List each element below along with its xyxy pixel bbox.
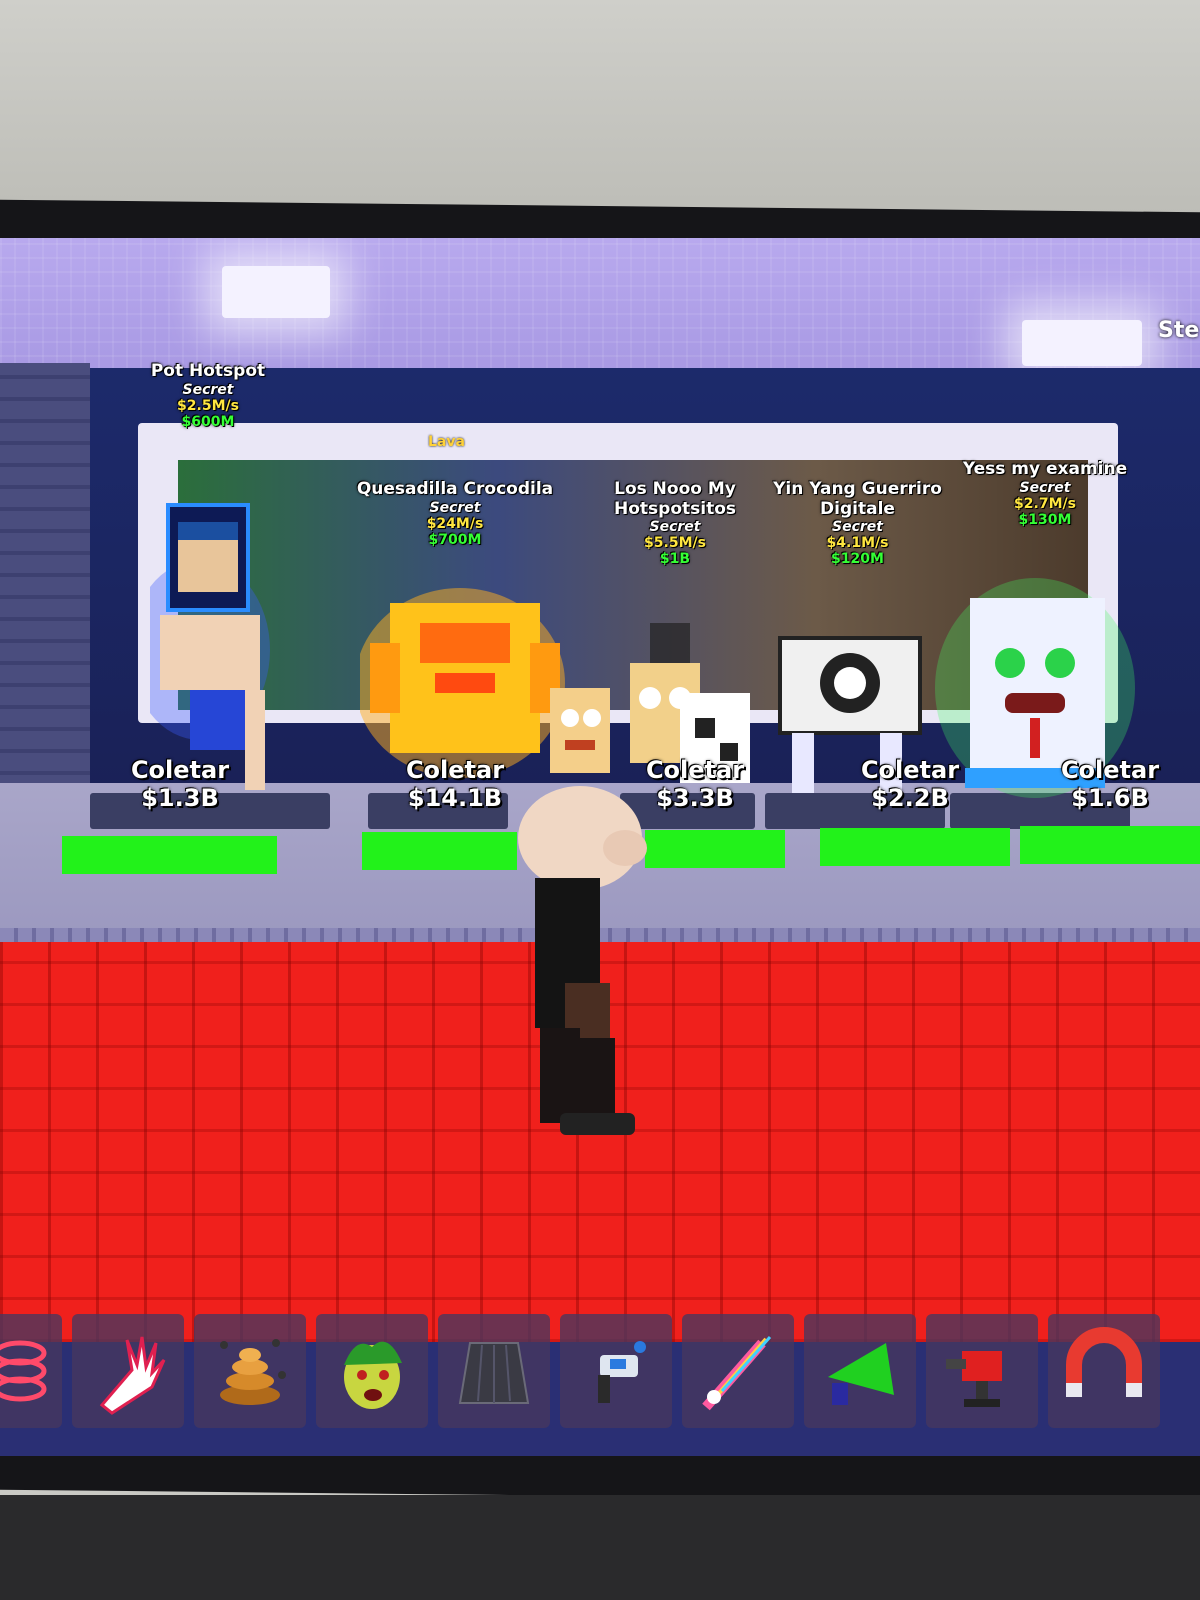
side-wall: [0, 363, 90, 793]
ceiling-light-left: [222, 266, 330, 318]
beehive-icon: [220, 1339, 286, 1405]
grapple-gun-icon: [598, 1341, 646, 1403]
dark-cape-icon: [458, 1342, 530, 1404]
glove-icon: [99, 1336, 166, 1415]
hotbar-slot-2[interactable]: [72, 1314, 184, 1428]
spring-coil-icon: [0, 1340, 47, 1402]
pet-info-los-nooo-my-hotspotsitos: Los Nooo My Hotspotsitos Secret $5.5M/s …: [614, 479, 736, 568]
game-viewport[interactable]: Ste Lava Pot Hotspot Secret $2.5M/s $600…: [0, 238, 1200, 1456]
green-megaphone-icon: [828, 1343, 894, 1405]
hotbar-slot-7[interactable]: [682, 1314, 794, 1428]
hotbar-slot-3[interactable]: [194, 1314, 306, 1428]
player-avatar[interactable]: [505, 783, 655, 1143]
billboard-tag: Lava: [428, 434, 465, 450]
collect-sign: Coletar $2.2B: [860, 756, 960, 812]
pet-info-yess-my-examine: Yess my examine Secret $2.7M/s $130M: [962, 459, 1128, 528]
hotbar-slot-6[interactable]: [560, 1314, 672, 1428]
rainbow-sword-icon: [702, 1336, 772, 1411]
pet-small-figure[interactable]: [540, 678, 620, 778]
collect-pad[interactable]: [1020, 826, 1200, 864]
collect-pad[interactable]: [820, 828, 1010, 866]
ceiling-light-right: [1022, 320, 1142, 366]
hotbar-slot-9[interactable]: [926, 1314, 1038, 1428]
collect-pad[interactable]: [362, 832, 517, 870]
hotbar-slot-10[interactable]: [1048, 1314, 1160, 1428]
tool-hotbar: [0, 1300, 1200, 1440]
magnet-icon: [1066, 1327, 1142, 1397]
pet-info-pot-hotspot: Pot Hotspot Secret $2.5M/s $600M: [150, 361, 266, 430]
red-turret-icon: [946, 1351, 1002, 1407]
pet-info-quesadilla-crocodila: Quesadilla Crocodila Secret $24M/s $700M: [356, 479, 554, 548]
hotbar-slot-4[interactable]: [316, 1314, 428, 1428]
tv-stand: [0, 1495, 1200, 1600]
collect-sign: Coletar $14.1B: [405, 756, 505, 812]
hotbar-slot-8[interactable]: [804, 1314, 916, 1428]
collect-sign: Coletar $1.3B: [130, 756, 230, 812]
room-wall: [0, 0, 1200, 215]
hotbar-slot-5[interactable]: [438, 1314, 550, 1428]
pet-pot-hotspot[interactable]: [150, 500, 290, 800]
collect-sign: Coletar $1.6B: [1060, 756, 1160, 812]
collect-pad[interactable]: [62, 836, 277, 874]
hotbar-slot-1[interactable]: [0, 1314, 62, 1428]
pet-quesadilla-crocodila[interactable]: [360, 583, 570, 783]
offscreen-label: Ste: [1158, 318, 1200, 343]
collect-pad[interactable]: [645, 830, 785, 868]
pet-info-yin-yang-guerriro-digitale: Yin Yang Guerriro Digitale Secret $4.1M/…: [773, 479, 942, 568]
medusa-head-icon: [344, 1341, 402, 1409]
